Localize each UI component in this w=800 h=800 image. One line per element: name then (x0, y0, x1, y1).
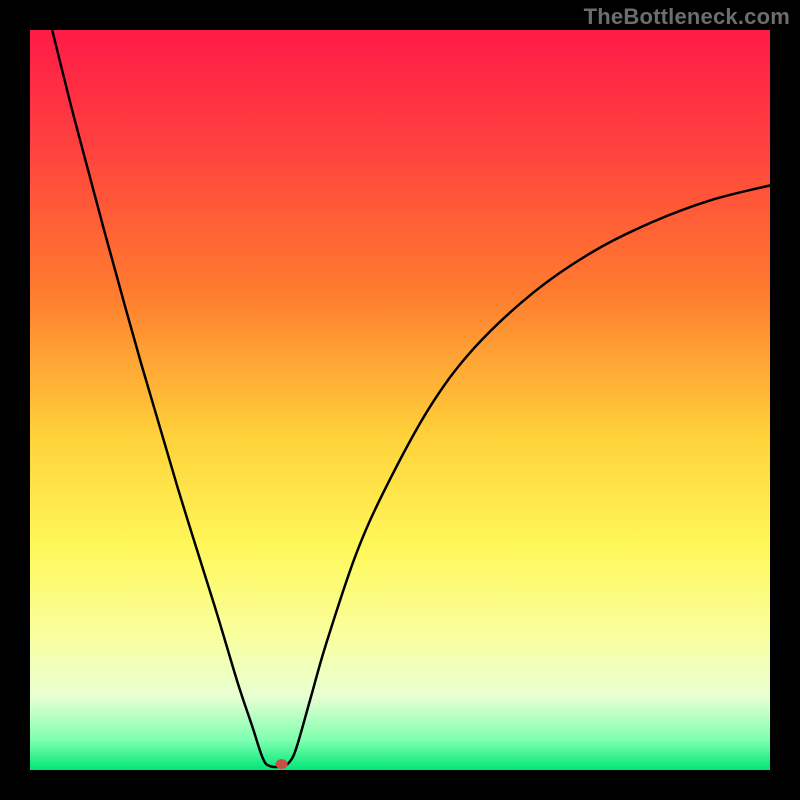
gradient-background (30, 30, 770, 770)
chart-svg (30, 30, 770, 770)
minimum-marker (276, 759, 288, 769)
plot-area (30, 30, 770, 770)
chart-frame: TheBottleneck.com (0, 0, 800, 800)
watermark-text: TheBottleneck.com (584, 4, 790, 30)
